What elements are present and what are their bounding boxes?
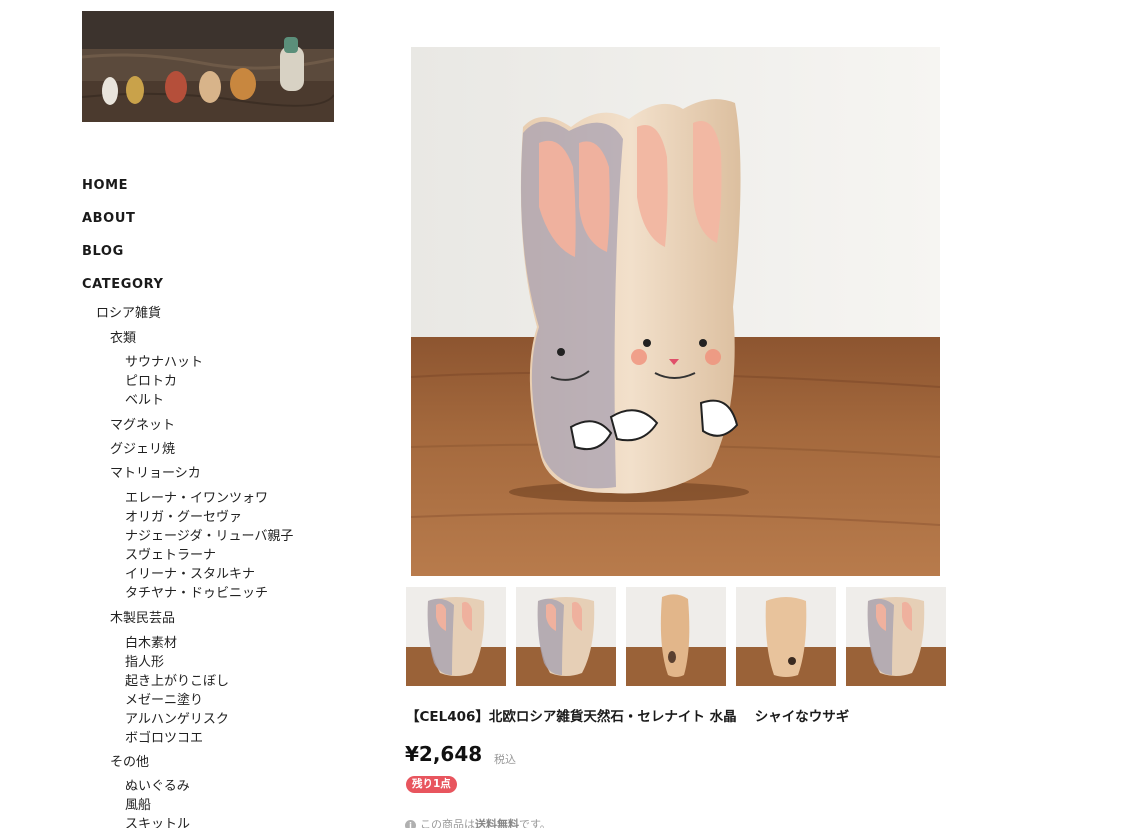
product-thumbnail[interactable] — [626, 587, 726, 686]
product-thumbnail[interactable] — [736, 587, 836, 686]
category-item[interactable]: ナジェージダ・リューバ親子 — [125, 529, 293, 545]
shipping-free-label: 送料無料 — [475, 818, 519, 828]
category-item[interactable]: ロシア雑貨 — [96, 306, 161, 322]
category-item[interactable]: アルハンゲリスク — [125, 712, 229, 728]
category-item[interactable]: ボゴロツコエ — [125, 731, 203, 747]
category-item[interactable]: 指人形 — [125, 655, 164, 671]
category-item[interactable]: グジェリ焼 — [110, 442, 175, 458]
category-item[interactable]: 白木素材 — [125, 636, 177, 652]
nav-blog-link[interactable]: BLOG — [82, 244, 382, 277]
tax-label: 税込 — [494, 753, 516, 766]
stock-badge: 残り1点 — [406, 776, 457, 793]
category-item[interactable]: 起き上がりこぼし — [125, 674, 229, 690]
shipping-suffix: です。 — [519, 818, 551, 828]
product-thumbnail[interactable] — [846, 587, 946, 686]
category-item[interactable]: オリガ・グーセヴァ — [125, 510, 242, 526]
category-item[interactable]: タチヤナ・ドゥビニッチ — [125, 586, 268, 602]
category-item[interactable]: 衣類 — [110, 331, 136, 347]
shipping-note: i この商品は送料無料です。 — [405, 816, 551, 828]
category-item[interactable]: メゼーニ塗り — [125, 693, 203, 709]
category-item[interactable]: マトリョーシカ — [110, 466, 201, 482]
product-price: ¥2,648 — [405, 742, 483, 766]
category-item[interactable]: ベルト — [125, 393, 164, 409]
category-item[interactable]: 風船 — [125, 798, 151, 814]
nav-home-link[interactable]: HOME — [82, 178, 382, 211]
info-icon: i — [405, 820, 416, 828]
category-item[interactable]: エレーナ・イワンツォワ — [125, 491, 268, 507]
shipping-prefix: この商品は — [420, 818, 475, 828]
category-item[interactable]: ピロトカ — [125, 374, 177, 390]
shop-logo[interactable] — [82, 11, 334, 122]
category-item[interactable]: スキットル — [125, 817, 190, 828]
product-main-image[interactable] — [411, 47, 940, 576]
product-thumbnail[interactable] — [406, 587, 506, 686]
category-item[interactable]: イリーナ・スタルキナ — [125, 567, 255, 583]
category-item[interactable]: 木製民芸品 — [110, 611, 175, 627]
main-nav: HOME ABOUT BLOG CATEGORY ロシア雑貨 衣類 サウナハット… — [82, 178, 382, 828]
product-title: 【CEL406】北欧ロシア雑貨天然石・セレナイト 水晶 シャイなウサギ — [406, 709, 850, 725]
category-item[interactable]: スヴェトラーナ — [125, 548, 216, 564]
category-item[interactable]: ぬいぐるみ — [125, 779, 190, 795]
category-item[interactable]: その他 — [110, 755, 149, 771]
category-item[interactable]: サウナハット — [125, 355, 203, 371]
nav-about-link[interactable]: ABOUT — [82, 211, 382, 244]
category-item[interactable]: マグネット — [110, 418, 175, 434]
product-thumbnail[interactable] — [516, 587, 616, 686]
